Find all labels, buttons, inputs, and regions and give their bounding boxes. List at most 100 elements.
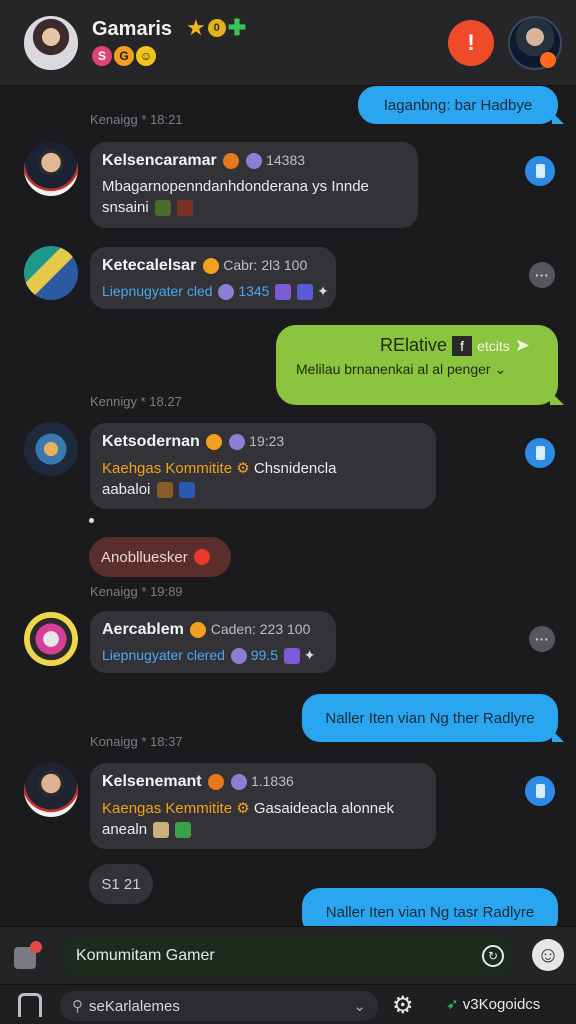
chevron-down-icon[interactable]: ⌄ [353,997,366,1015]
status-badge: G [114,46,134,66]
user-avatar[interactable] [24,763,78,817]
title-badges: ★ 0 ✚ [186,15,246,41]
reaction-text: Anoblluesker [101,548,188,566]
search-input[interactable]: ⚲ seKarlalemes ⌄ [60,991,378,1021]
message-text: Liepnugyater cled [102,283,213,299]
outgoing-message-highlight[interactable]: RElative f etcits ➤ Melilau brnanenkai a… [276,325,564,405]
message-header: Ketecalelsar Cabr: 2l3 100 [102,257,324,275]
timestamp: Kenaigg * 19:89 [90,584,183,599]
alert-button[interactable]: ! [448,20,494,66]
message-title-row: RElative f etcits ➤ [380,335,530,357]
message-header: Kelsenemant 1.1836 [102,773,424,791]
incoming-message[interactable]: Kelsenemant 1.1836 Kaengas Kemmitite ⚙ G… [90,763,436,849]
user-avatar[interactable] [24,246,78,300]
gem-icon [218,284,235,301]
outgoing-message[interactable]: Iaganbng: bar Hadbye [358,86,564,124]
message-text: Gasaideacla alonnek [253,800,394,817]
message-title: RElative [380,335,448,355]
more-icon[interactable]: ··· [529,626,555,652]
user-avatar[interactable] [24,612,78,666]
message-text: anealn [102,821,148,838]
game-tag[interactable]: Kaehgas Kommitite [102,460,232,477]
copy-button[interactable] [525,438,555,468]
message-meta: 14383 [266,152,306,168]
copy-button[interactable] [525,156,555,186]
time-pill: S1 21 [89,864,153,904]
incoming-message[interactable]: Aercablem Caden: 223 100 Liepnugyater cl… [90,611,336,673]
sticker-icon [297,284,314,301]
chevron-down-icon[interactable]: ⌄ [494,361,506,377]
message-text: aabaloi [102,481,151,498]
sticker-icon [154,200,171,217]
sticker-icon [153,822,170,839]
rank-badge-icon [230,773,247,790]
sender-name[interactable]: Aercablem [102,621,184,638]
status-dot-icon [540,52,556,68]
incoming-message[interactable]: Kelsencaramar 14383 Mbagarnopenndanhdond… [90,142,418,228]
timestamp: Konaigg * 18:37 [90,734,183,749]
chat-header: Gamaris ★ 0 ✚ S G ☺ ! [0,0,576,86]
sender-name[interactable]: Ketsodernan [102,433,200,450]
message-text: Naller Iten vian Ng ther Radlyre [325,709,535,727]
sender-name[interactable]: Kelsencaramar [102,152,217,169]
sticker-icon [275,284,292,301]
message-header: Ketsodernan 19:23 [102,433,424,451]
reaction-pill[interactable]: Anoblluesker [89,537,231,577]
value-text: 1345 [238,283,270,299]
message-text-row: Kaehgas Kommitite ⚙ Chsnidencla [102,459,424,477]
message-meta: Caden: 223 100 [210,621,311,637]
group-avatar[interactable] [24,16,78,70]
status-badge: S [92,46,112,66]
outgoing-message[interactable]: Naller Iten vian Ng ther Radlyre [302,694,564,742]
message-header: Aercablem Caden: 223 100 [102,621,324,639]
store-icon[interactable] [18,993,42,1017]
user-avatar[interactable] [24,422,78,476]
brand-link[interactable]: ➶ v3Kogoidcs [446,995,540,1013]
puzzle-icon[interactable] [14,941,42,969]
incoming-message[interactable]: Ketecalelsar Cabr: 2l3 100 Liepnugyater … [90,247,336,309]
typing-dot-icon [89,518,94,523]
message-title-suffix: etcits [477,338,510,354]
search-icon: ⚲ [72,998,83,1015]
message-text: Chsnidencla [253,460,337,477]
game-tag[interactable]: Kaengas Kemmitite [102,800,232,817]
time-pill-text: S1 21 [101,875,141,893]
message-input-value: Komumitam Gamer [76,947,215,964]
clock-icon[interactable]: ↻ [482,945,504,967]
gem-icon [230,648,247,665]
arrow-icon: ➶ [446,996,459,1013]
message-text: Liepnugyater clered [102,647,225,663]
brand-text: v3Kogoidcs [462,996,541,1013]
sticker-icon [156,482,173,499]
message-text-row: snsaini [102,199,406,217]
sender-name[interactable]: Ketecalelsar [102,257,196,274]
message-header: Kelsencaramar 14383 [102,152,406,170]
gear-icon: ⚙ [236,460,250,477]
plus-icon: ✚ [227,15,247,40]
smile-icon: ☺ [136,46,156,66]
value-text: 99.5 [250,647,279,663]
coin-icon [190,621,207,638]
sticker-icon [175,822,192,839]
message-composer: Komumitam Gamer ↻ ☺ [0,926,576,984]
chat-title[interactable]: Gamaris [92,18,172,41]
send-arrow-icon: ➤ [514,335,530,355]
more-icon[interactable]: ··· [529,262,555,288]
sender-name[interactable]: Kelsenemant [102,773,202,790]
message-text-row: Melilau brnanenkai al al penger ⌄ [296,361,506,378]
message-text: Mbagarnopenndanhdonderana ys Innde [102,178,369,195]
sparkle-icon: ✦ [317,283,329,299]
copy-button[interactable] [525,776,555,806]
emoji-icon[interactable]: ☺ [532,939,564,971]
star-icon: ★ [186,15,206,40]
star-icon [193,549,210,565]
gear-icon[interactable]: ⚙ [392,991,414,1020]
user-avatar[interactable] [24,142,78,196]
message-text-row: aabaloi [102,481,424,499]
incoming-message[interactable]: Ketsodernan 19:23 Kaehgas Kommitite ⚙ Ch… [90,423,436,509]
message-text: Iaganbng: bar Hadbye [383,96,533,114]
timestamp: Kennigy * 18.27 [90,394,182,409]
message-input[interactable]: Komumitam Gamer [60,936,514,976]
sticker-icon [178,482,195,499]
message-text-row: Kaengas Kemmitite ⚙ Gasaideacla alonnek [102,799,424,817]
